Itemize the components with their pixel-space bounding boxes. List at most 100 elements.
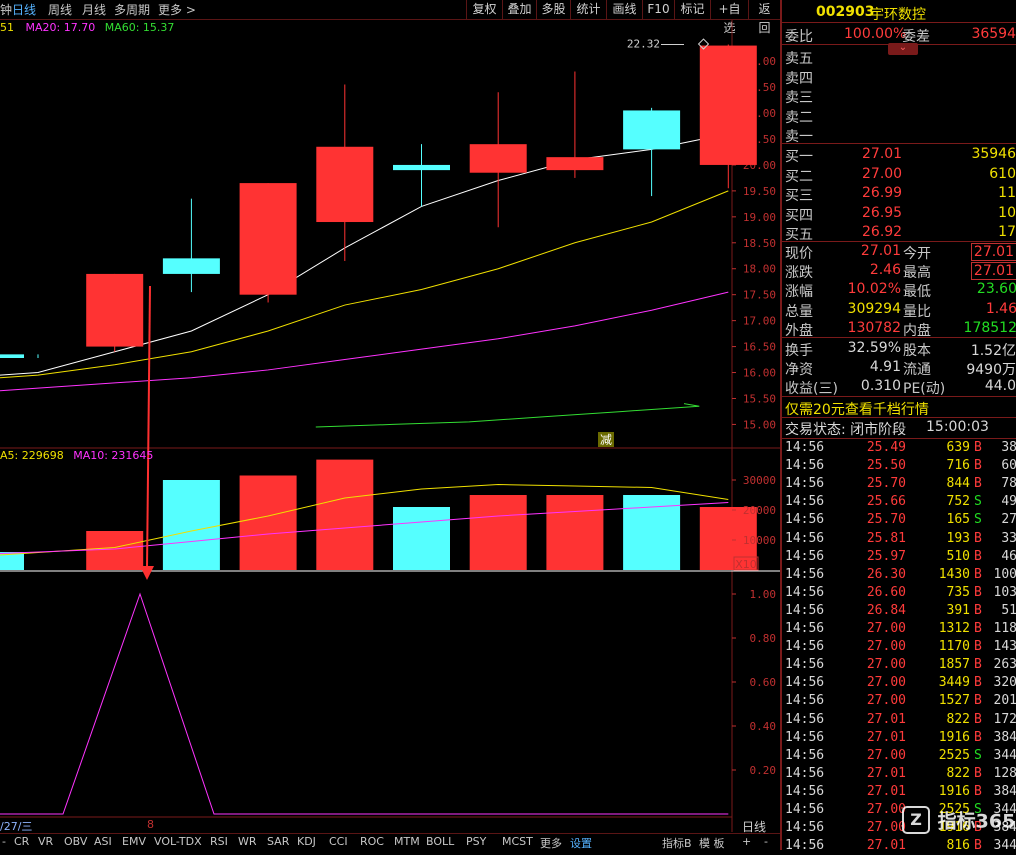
tick-side: B: [974, 548, 982, 564]
trade-status-time: 15:00:03: [926, 419, 989, 435]
buy-level-label: 买一: [785, 149, 813, 165]
tick-side: B: [974, 675, 982, 691]
indicator-tab-wr[interactable]: WR: [238, 835, 257, 848]
sell-level-5: 卖一: [782, 125, 1016, 145]
zoom-out-button[interactable]: -: [764, 835, 768, 848]
tick-row: 14:56 26.30 1430 B 100: [782, 566, 1016, 584]
indicator-tab-sar[interactable]: SAR: [267, 835, 289, 848]
indicator-tab-roc[interactable]: ROC: [360, 835, 384, 848]
indicator-tab-cci[interactable]: CCI: [329, 835, 348, 848]
tick-time: 14:56: [785, 711, 825, 727]
indicator-tab-asi[interactable]: ASI: [94, 835, 112, 848]
indicator-tabs: CR VR OBV ASI EMV VOL-TDX RSI WR SAR KDJ CCI ROC MTM…: [0, 833, 780, 851]
indicator-b-button[interactable]: 指标B: [662, 835, 692, 851]
indicator-tab-kdj[interactable]: KDJ: [297, 835, 316, 848]
tick-volume: 2525: [938, 747, 970, 763]
ma60-line: [315, 403, 700, 428]
tick-time: 14:56: [785, 548, 825, 564]
price-axis-label: 18.00: [743, 263, 776, 276]
tick-time: 14:56: [785, 838, 825, 854]
stat-row: 涨跌 2.46 最高 27.01: [782, 261, 1016, 281]
price-axis-label: 15.00: [743, 418, 776, 431]
tick-price: 27.01: [866, 838, 906, 854]
stat-value: 27.01: [860, 243, 901, 259]
tick-side: B: [974, 584, 982, 600]
tab-monthly[interactable]: 月线: [82, 1, 106, 18]
tab-weekly[interactable]: 周线: [48, 1, 72, 18]
candle-body: [699, 45, 757, 165]
stat2-label: 换手: [785, 343, 813, 359]
volume-bar: [86, 531, 144, 570]
date-bar: /27/三 8 日线: [0, 818, 780, 834]
buy-level-3: 买三 26.99 11: [782, 184, 1016, 204]
tick-side: B: [974, 458, 982, 474]
promo-row[interactable]: 仅需20元查看千档行情: [782, 398, 1016, 419]
tick-count: 78: [1001, 476, 1016, 492]
statistics-button[interactable]: 统计: [570, 0, 606, 19]
indicator-tab-obv[interactable]: OBV: [64, 835, 87, 848]
tick-count: 128: [993, 765, 1016, 781]
ma20-legend: MA20: 17.70: [25, 21, 96, 34]
zoom-in-button[interactable]: +: [742, 835, 751, 848]
tick-price: 25.70: [866, 476, 906, 492]
tick-count: 60: [1001, 458, 1016, 474]
stat2-value: 0.310: [860, 378, 901, 395]
f10-button[interactable]: F10: [642, 0, 674, 19]
promo-text[interactable]: 仅需20元查看千档行情: [785, 399, 929, 419]
tick-volume: 391: [946, 602, 970, 618]
mark-button[interactable]: 标记: [674, 0, 710, 19]
tick-price: 27.00: [866, 675, 906, 691]
tick-volume: 1857: [938, 657, 970, 673]
indicator-tab-vr[interactable]: VR: [38, 835, 53, 848]
sell-level-3: 卖三: [782, 86, 1016, 106]
overlay-button[interactable]: 叠加: [502, 0, 536, 19]
tick-side: B: [974, 693, 982, 709]
tick-volume: 1430: [938, 566, 970, 582]
tick-price: 26.60: [866, 584, 906, 600]
tick-volume: 1916: [938, 729, 970, 745]
template-button[interactable]: 模 板: [699, 835, 725, 851]
add-watchlist-button[interactable]: +自选: [710, 0, 748, 35]
indicator-tab-emv[interactable]: EMV: [122, 835, 146, 848]
tick-volume: 165: [946, 512, 970, 528]
restore-rights-button[interactable]: 复权: [466, 0, 502, 19]
indicator-tab-vol-tdx[interactable]: VOL-TDX: [154, 835, 202, 848]
tick-volume: 822: [946, 765, 970, 781]
tick-row: 14:56 27.00 2525 S 344: [782, 747, 1016, 765]
back-button[interactable]: 返回: [748, 0, 780, 35]
stat-value: 10.02%: [847, 281, 901, 298]
multi-stock-button[interactable]: 多股: [536, 0, 570, 19]
indicator-tab-更多[interactable]: 更多: [540, 835, 562, 851]
indicator-line: [0, 592, 729, 815]
tab-more[interactable]: 更多 >: [158, 1, 196, 18]
indicator-tab-boll[interactable]: BOLL: [426, 835, 454, 848]
tick-price: 27.00: [866, 621, 906, 636]
tick-time: 14:56: [785, 476, 825, 492]
tick-price: 25.81: [866, 530, 906, 546]
stat-value: 23.60: [976, 281, 1016, 298]
indicator-tab-rsi[interactable]: RSI: [210, 835, 228, 848]
stat-row: 总量 309294 量比 1.46: [782, 300, 1016, 320]
tab-daily[interactable]: 日线: [12, 1, 36, 18]
stat-value: 27.01: [970, 262, 1016, 281]
indicator-tab-cr[interactable]: CR: [14, 835, 29, 848]
tick-volume: 1916: [938, 783, 970, 799]
quote-panel: 002903 宇环数控 委比 100.00% 委差 36594 ⌄ 卖五 卖四 卖三…: [780, 0, 1016, 854]
candle-body: [86, 273, 144, 347]
indicator-tab-mcst[interactable]: MCST: [502, 835, 533, 848]
sell-level-label: 卖五: [785, 51, 813, 67]
stock-chart[interactable]: 22.0021.5021.0020.5020.0019.5019.0018.50…: [0, 20, 780, 832]
price-axis-label: 16.50: [743, 341, 776, 354]
volume-bar: [546, 495, 604, 570]
indicator-tab-psy[interactable]: PSY: [466, 835, 486, 848]
tick-side: B: [974, 566, 982, 582]
indicator-tab-mtm[interactable]: MTM: [394, 835, 420, 848]
sell-level-label: 卖三: [785, 90, 813, 106]
buy-level-label: 买三: [785, 188, 813, 204]
tick-row: 14:56 25.97 510 B 46: [782, 548, 1016, 566]
tab-multi-period[interactable]: 多周期: [114, 1, 150, 18]
tab-minute[interactable]: 钟: [0, 1, 12, 18]
indicator-tab-设置[interactable]: 设置: [570, 835, 592, 851]
draw-line-button[interactable]: 画线: [606, 0, 642, 19]
volume-unit-label: X10: [735, 558, 757, 571]
